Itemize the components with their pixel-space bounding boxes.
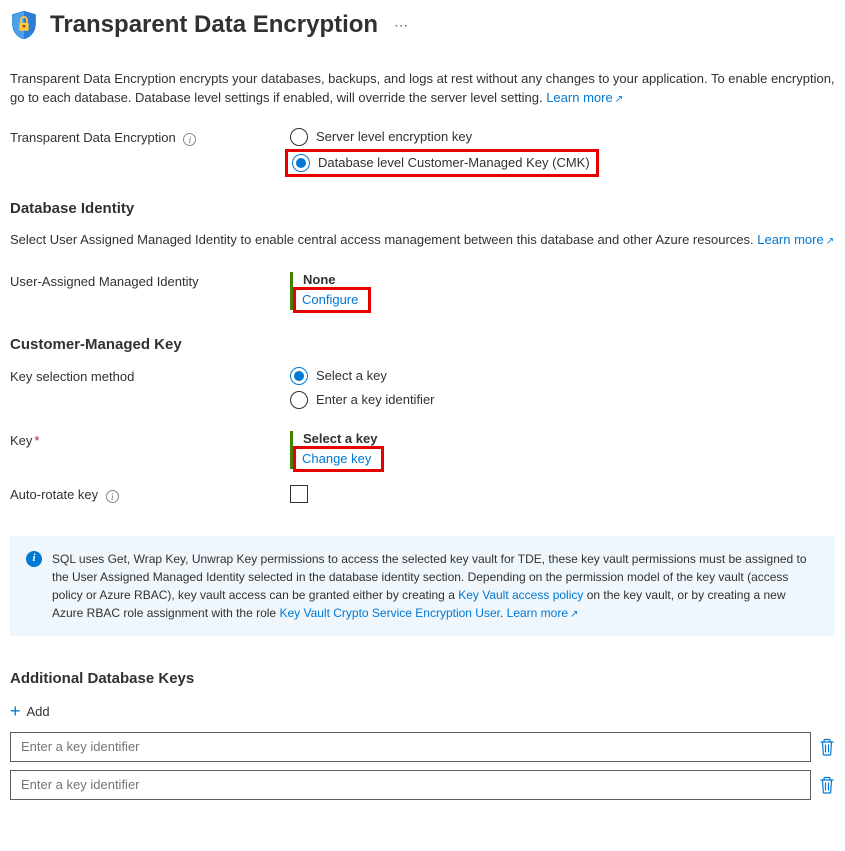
panel-learn-more-link[interactable]: Learn more↗ [507,606,579,620]
key-identifier-input[interactable] [10,770,811,800]
radio-icon [290,128,308,146]
delete-icon[interactable] [819,738,835,756]
external-link-icon: ↗ [826,236,834,247]
info-icon: i [26,551,42,567]
intro-text: Transparent Data Encryption encrypts you… [10,70,835,108]
radio-icon [290,391,308,409]
identity-learn-more-link[interactable]: Learn more↗ [757,232,834,247]
additional-keys-heading: Additional Database Keys [10,670,835,687]
key-label: Key* [10,431,290,448]
uami-label: User-Assigned Managed Identity [10,272,290,289]
configure-identity-link[interactable]: Configure [302,292,358,307]
info-icon[interactable]: i [106,490,119,503]
uami-value: None [303,272,835,287]
delete-icon[interactable] [819,776,835,794]
radio-database-level-cmk[interactable]: Database level Customer-Managed Key (CMK… [288,154,590,172]
change-key-link[interactable]: Change key [302,451,371,466]
plus-icon: + [10,701,21,722]
radio-icon [290,367,308,385]
key-value-block: Select a key Change key [290,431,835,469]
radio-server-level[interactable]: Server level encryption key [290,128,835,146]
radio-enter-key-identifier[interactable]: Enter a key identifier [290,391,835,409]
uami-value-block: None Configure [290,272,835,310]
page-title: Transparent Data Encryption [50,11,378,39]
key-value: Select a key [303,431,835,446]
cmk-heading: Customer-Managed Key [10,336,835,353]
more-menu-button[interactable]: ⋯ [390,13,413,38]
key-selection-method-label: Key selection method [10,367,290,384]
autorotate-checkbox[interactable] [290,485,308,503]
radio-icon [292,154,310,172]
kv-access-policy-link[interactable]: Key Vault access policy [458,588,583,602]
autorotate-label: Auto-rotate key i [10,485,290,504]
database-identity-heading: Database Identity [10,200,835,217]
shield-icon [10,10,38,40]
add-key-button[interactable]: + Add [10,701,50,722]
kv-crypto-role-link[interactable]: Key Vault Crypto Service Encryption User [279,606,500,620]
radio-select-a-key[interactable]: Select a key [290,367,835,385]
additional-key-row [10,770,835,800]
identity-desc: Select User Assigned Managed Identity to… [10,231,835,250]
info-icon[interactable]: i [183,133,196,146]
external-link-icon: ↗ [615,94,623,105]
external-link-icon: ↗ [570,609,578,620]
intro-learn-more-link[interactable]: Learn more↗ [546,90,623,105]
info-panel: i SQL uses Get, Wrap Key, Unwrap Key per… [10,536,835,636]
additional-key-row [10,732,835,762]
tde-label: Transparent Data Encryption i [10,128,290,147]
key-identifier-input[interactable] [10,732,811,762]
